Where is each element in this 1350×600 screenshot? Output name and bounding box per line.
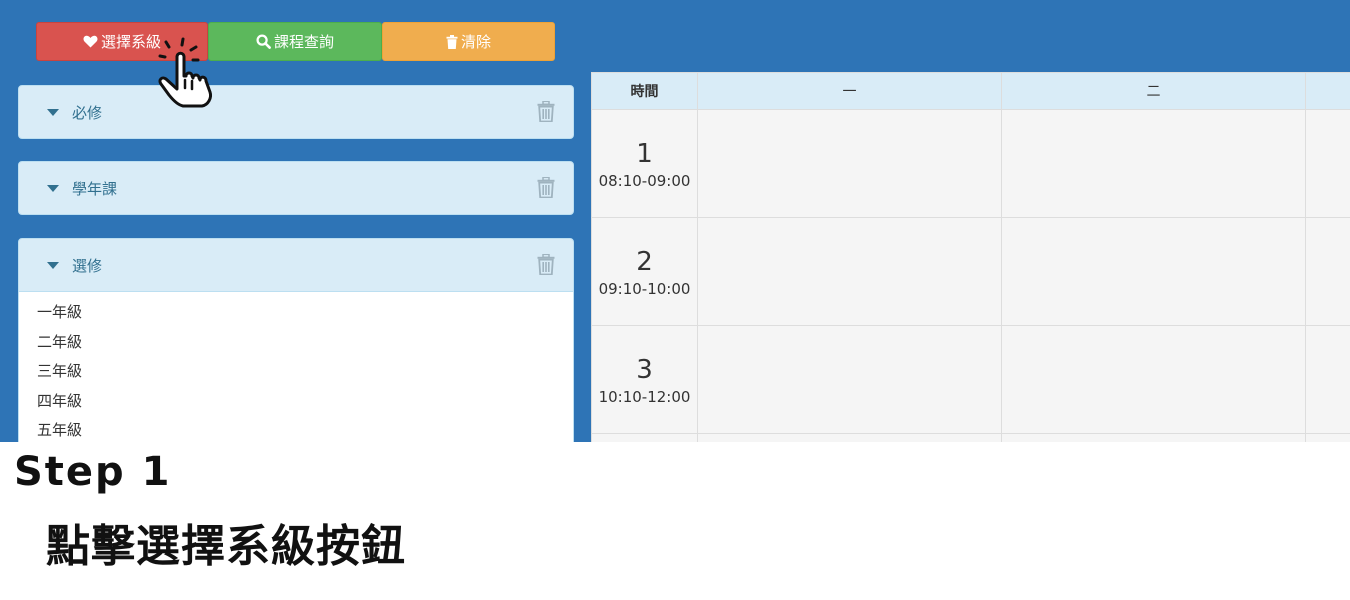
timetable-row: 3 10:10-12:00 <box>591 325 1350 434</box>
caret-down-icon <box>47 261 59 269</box>
timetable-row: 1 08:10-09:00 <box>591 109 1350 218</box>
timetable-slot[interactable] <box>1001 109 1306 218</box>
header-tuesday: 二 <box>1001 72 1306 110</box>
timetable-slot[interactable] <box>1305 433 1350 442</box>
timetable-header-row: 時間 一 二 <box>591 72 1350 110</box>
period-number: 1 <box>636 138 653 169</box>
header-time: 時間 <box>591 72 698 110</box>
grade-item-4[interactable]: 四年級 <box>37 390 573 420</box>
trash-icon <box>446 34 458 49</box>
required-courses-panel: 必修 <box>18 85 574 139</box>
hand-pointer-icon <box>158 37 212 108</box>
clear-label: 清除 <box>460 33 491 51</box>
caret-down-icon <box>47 108 59 116</box>
caret-down-icon <box>47 184 59 192</box>
timetable: 時間 一 二 1 08:10-09:00 2 09:10-10:00 3 10:… <box>591 72 1350 442</box>
elective-courses-header[interactable]: 選修 <box>19 239 573 291</box>
timetable-slot[interactable] <box>1001 433 1306 442</box>
timetable-slot[interactable] <box>1305 109 1350 218</box>
course-query-button[interactable]: 課程查詢 <box>208 22 382 61</box>
trash-icon[interactable] <box>537 253 555 279</box>
period-cell: 2 09:10-10:00 <box>591 217 698 326</box>
timetable-slot[interactable] <box>697 325 1002 434</box>
step-instruction: 點擊選擇系級按鈕 <box>46 521 406 572</box>
elective-grade-list: 一年級 二年級 三年級 四年級 五年級 <box>19 291 573 442</box>
year-courses-panel: 學年課 <box>18 161 574 215</box>
timetable-slot[interactable] <box>697 433 1002 442</box>
timetable-slot[interactable] <box>1305 217 1350 326</box>
period-cell: 1 08:10-09:00 <box>591 109 698 218</box>
timetable-row: 2 09:10-10:00 <box>591 217 1350 326</box>
period-time: 10:10-12:00 <box>598 387 691 406</box>
timetable-slot[interactable] <box>1001 217 1306 326</box>
period-cell: 3 10:10-12:00 <box>591 325 698 434</box>
period-time: 08:10-09:00 <box>598 171 691 190</box>
panel-title: 學年課 <box>72 179 118 198</box>
required-courses-header[interactable]: 必修 <box>19 86 573 138</box>
period-time: 09:10-10:00 <box>598 279 691 298</box>
elective-courses-panel: 選修 一年級 二年級 三年級 四年級 五年級 <box>18 238 574 442</box>
grade-item-1[interactable]: 一年級 <box>37 301 573 331</box>
timetable-slot[interactable] <box>1001 325 1306 434</box>
search-icon <box>256 34 271 49</box>
grade-item-5[interactable]: 五年級 <box>37 419 573 442</box>
panel-title: 選修 <box>72 256 103 275</box>
timetable-slot[interactable] <box>1305 325 1350 434</box>
period-cell <box>591 433 698 442</box>
header-monday: 一 <box>697 72 1002 110</box>
panel-title: 必修 <box>72 103 103 122</box>
grade-item-2[interactable]: 二年級 <box>37 331 573 361</box>
clear-button[interactable]: 清除 <box>382 22 555 61</box>
header-next-day <box>1305 72 1350 110</box>
trash-icon[interactable] <box>537 176 555 202</box>
trash-icon[interactable] <box>537 100 555 126</box>
timetable-slot[interactable] <box>697 109 1002 218</box>
step-label: Step 1 <box>14 449 172 495</box>
grade-item-3[interactable]: 三年級 <box>37 360 573 390</box>
timetable-row <box>591 433 1350 442</box>
heart-icon <box>83 35 98 48</box>
period-number: 2 <box>636 246 653 277</box>
year-courses-header[interactable]: 學年課 <box>19 162 573 214</box>
course-query-label: 課程查詢 <box>273 33 334 51</box>
timetable-slot[interactable] <box>697 217 1002 326</box>
period-number: 3 <box>636 354 653 385</box>
course-selection-app: 選擇系級 課程查詢 清除 必修 學年課 選修 一年級 二年級 三年級 四年級 五… <box>0 0 1350 442</box>
